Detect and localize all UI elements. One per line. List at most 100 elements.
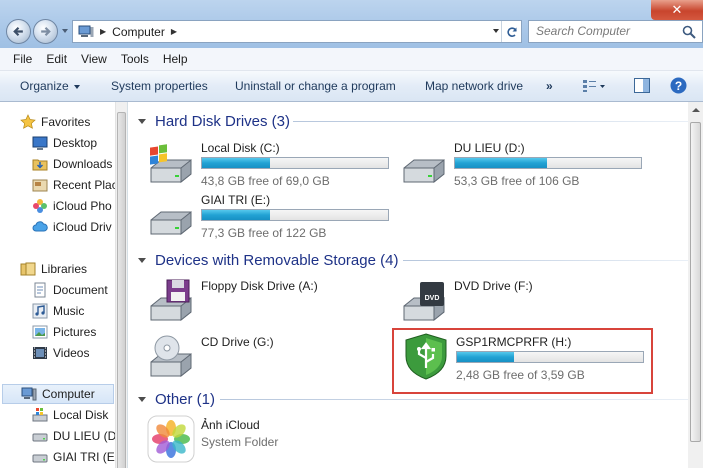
nav-label: Music — [53, 304, 85, 318]
star-icon — [20, 114, 36, 129]
uninstall-program-button[interactable]: Uninstall or change a program — [235, 79, 396, 93]
more-commands-button[interactable]: » — [546, 79, 553, 93]
item-anh-icloud[interactable]: Ảnh iCloud System Folder — [147, 415, 387, 465]
nav-downloads[interactable]: Downloads — [32, 154, 112, 174]
free-space-text: 43,8 GB free of 69,0 GB — [201, 174, 330, 188]
drive-name: Local Disk (C:) — [201, 141, 280, 155]
nav-icloud-drive[interactable]: iCloud Driv — [32, 217, 112, 237]
search-box[interactable] — [528, 20, 703, 43]
nav-desktop[interactable]: Desktop — [32, 133, 97, 153]
svg-text:?: ? — [675, 79, 682, 93]
nav-videos[interactable]: Videos — [32, 343, 89, 363]
breadcrumb-separator-icon[interactable]: ▶ — [100, 27, 106, 36]
group-title: Hard Disk Drives (3) — [155, 112, 291, 130]
nav-local-disk[interactable]: Local Disk — [32, 405, 108, 425]
libraries-icon — [20, 262, 36, 276]
group-divider — [403, 260, 688, 261]
nav-icloud-photos[interactable]: iCloud Pho — [32, 196, 112, 216]
icloud-drive-icon — [32, 221, 48, 232]
hard-drive-icon — [32, 454, 48, 463]
group-header-other[interactable]: Other (1) — [138, 389, 215, 409]
nav-pictures[interactable]: Pictures — [32, 322, 96, 342]
nav-label: Libraries — [41, 262, 88, 276]
hard-drive-icon — [150, 210, 192, 236]
downloads-folder-icon — [32, 159, 48, 171]
nav-label: Pictures — [53, 325, 97, 339]
system-properties-button[interactable]: System properties — [111, 79, 208, 93]
preview-pane-button[interactable] — [634, 78, 650, 96]
drive-name: DVD Drive (F:) — [454, 279, 533, 293]
floppy-disk-icon — [150, 279, 192, 322]
drive-floppy-a[interactable]: Floppy Disk Drive (A:) — [147, 276, 387, 326]
drive-dvd-f[interactable]: DVD DVD Drive (F:) — [400, 276, 640, 326]
collapse-arrow-icon[interactable] — [138, 396, 146, 402]
nav-label: iCloud Driv — [53, 220, 112, 234]
navigation-pane: Favorites Desktop Downloads Recent Plac … — [0, 102, 126, 468]
collapse-arrow-icon[interactable] — [138, 257, 146, 263]
group-header-hard-disk-drives[interactable]: Hard Disk Drives (3) — [138, 111, 290, 131]
recent-pages-dropdown[interactable] — [62, 29, 68, 33]
navigation-scrollbar[interactable] — [115, 102, 127, 468]
drive-name: CD Drive (G:) — [201, 335, 274, 349]
map-network-drive-button[interactable]: Map network drive — [425, 79, 523, 93]
menu-bar: File Edit View Tools Help — [0, 48, 703, 71]
title-bar: ✕ ▶ Computer ▶ — [0, 0, 703, 48]
close-button[interactable]: ✕ — [651, 0, 703, 20]
scrollbar-thumb[interactable] — [690, 122, 701, 442]
nav-documents[interactable]: Document — [32, 280, 108, 300]
free-space-text: 53,3 GB free of 106 GB — [454, 174, 580, 188]
help-button[interactable]: ? — [670, 77, 687, 97]
address-bar[interactable]: ▶ Computer ▶ — [72, 20, 522, 43]
scroll-up-icon[interactable] — [692, 108, 700, 112]
nav-giai-tri[interactable]: GIAI TRI (E: — [32, 447, 118, 467]
group-title: Devices with Removable Storage (4) — [155, 251, 399, 269]
capacity-fill — [202, 210, 271, 220]
menu-help[interactable]: Help — [156, 52, 195, 66]
drive-giai-tri-e[interactable]: GIAI TRI (E:) 77,3 GB free of 122 GB — [147, 190, 397, 240]
nav-favorites[interactable]: Favorites — [20, 112, 90, 132]
nav-computer[interactable]: Computer — [2, 384, 114, 404]
group-header-removable-storage[interactable]: Devices with Removable Storage (4) — [138, 250, 398, 270]
nav-libraries[interactable]: Libraries — [20, 259, 87, 279]
capacity-fill — [455, 158, 548, 168]
forward-arrow-icon — [41, 26, 51, 37]
drive-local-disk-c[interactable]: Local Disk (C:) 43,8 GB free of 69,0 GB — [147, 138, 397, 188]
drive-cd-g[interactable]: CD Drive (G:) — [147, 332, 387, 382]
free-space-text: 77,3 GB free of 122 GB — [201, 226, 327, 240]
nav-label: Desktop — [53, 136, 98, 150]
collapse-arrow-icon[interactable] — [138, 118, 146, 124]
drive-du-lieu-d[interactable]: DU LIEU (D:) 53,3 GB free of 106 GB — [400, 138, 650, 188]
back-button[interactable] — [6, 19, 31, 44]
menu-edit[interactable]: Edit — [39, 52, 74, 66]
refresh-icon — [506, 26, 517, 37]
dvd-badge: DVD — [425, 295, 440, 302]
documents-icon — [34, 282, 46, 298]
address-history-dropdown[interactable] — [493, 29, 499, 33]
capacity-fill — [202, 158, 270, 168]
search-input[interactable] — [529, 21, 679, 41]
menu-view[interactable]: View — [74, 52, 114, 66]
nav-music[interactable]: Music — [32, 301, 84, 321]
drive-name: GIAI TRI (E:) — [201, 193, 271, 207]
breadcrumb-computer[interactable]: Computer — [112, 25, 165, 39]
refresh-button[interactable] — [501, 21, 521, 42]
breadcrumb-separator-icon[interactable]: ▶ — [171, 27, 177, 36]
nav-du-lieu[interactable]: DU LIEU (D — [32, 426, 116, 446]
menu-tools[interactable]: Tools — [114, 52, 156, 66]
change-view-button[interactable] — [582, 79, 606, 96]
windows-drive-icon — [32, 408, 48, 422]
organize-button[interactable]: Organize — [20, 79, 80, 93]
nav-recent-places[interactable]: Recent Plac — [32, 175, 118, 195]
view-options-icon — [583, 80, 605, 92]
scrollbar-thumb[interactable] — [117, 112, 126, 468]
nav-label: Document — [53, 283, 108, 297]
content-scrollbar[interactable] — [688, 102, 703, 468]
forward-button[interactable] — [33, 19, 58, 44]
preview-pane-icon — [634, 78, 650, 93]
computer-icon — [78, 25, 94, 39]
nav-label: iCloud Pho — [53, 199, 112, 213]
pictures-icon — [32, 325, 48, 339]
search-icon[interactable] — [682, 25, 696, 39]
nav-label: Computer — [42, 387, 95, 401]
menu-file[interactable]: File — [6, 52, 39, 66]
